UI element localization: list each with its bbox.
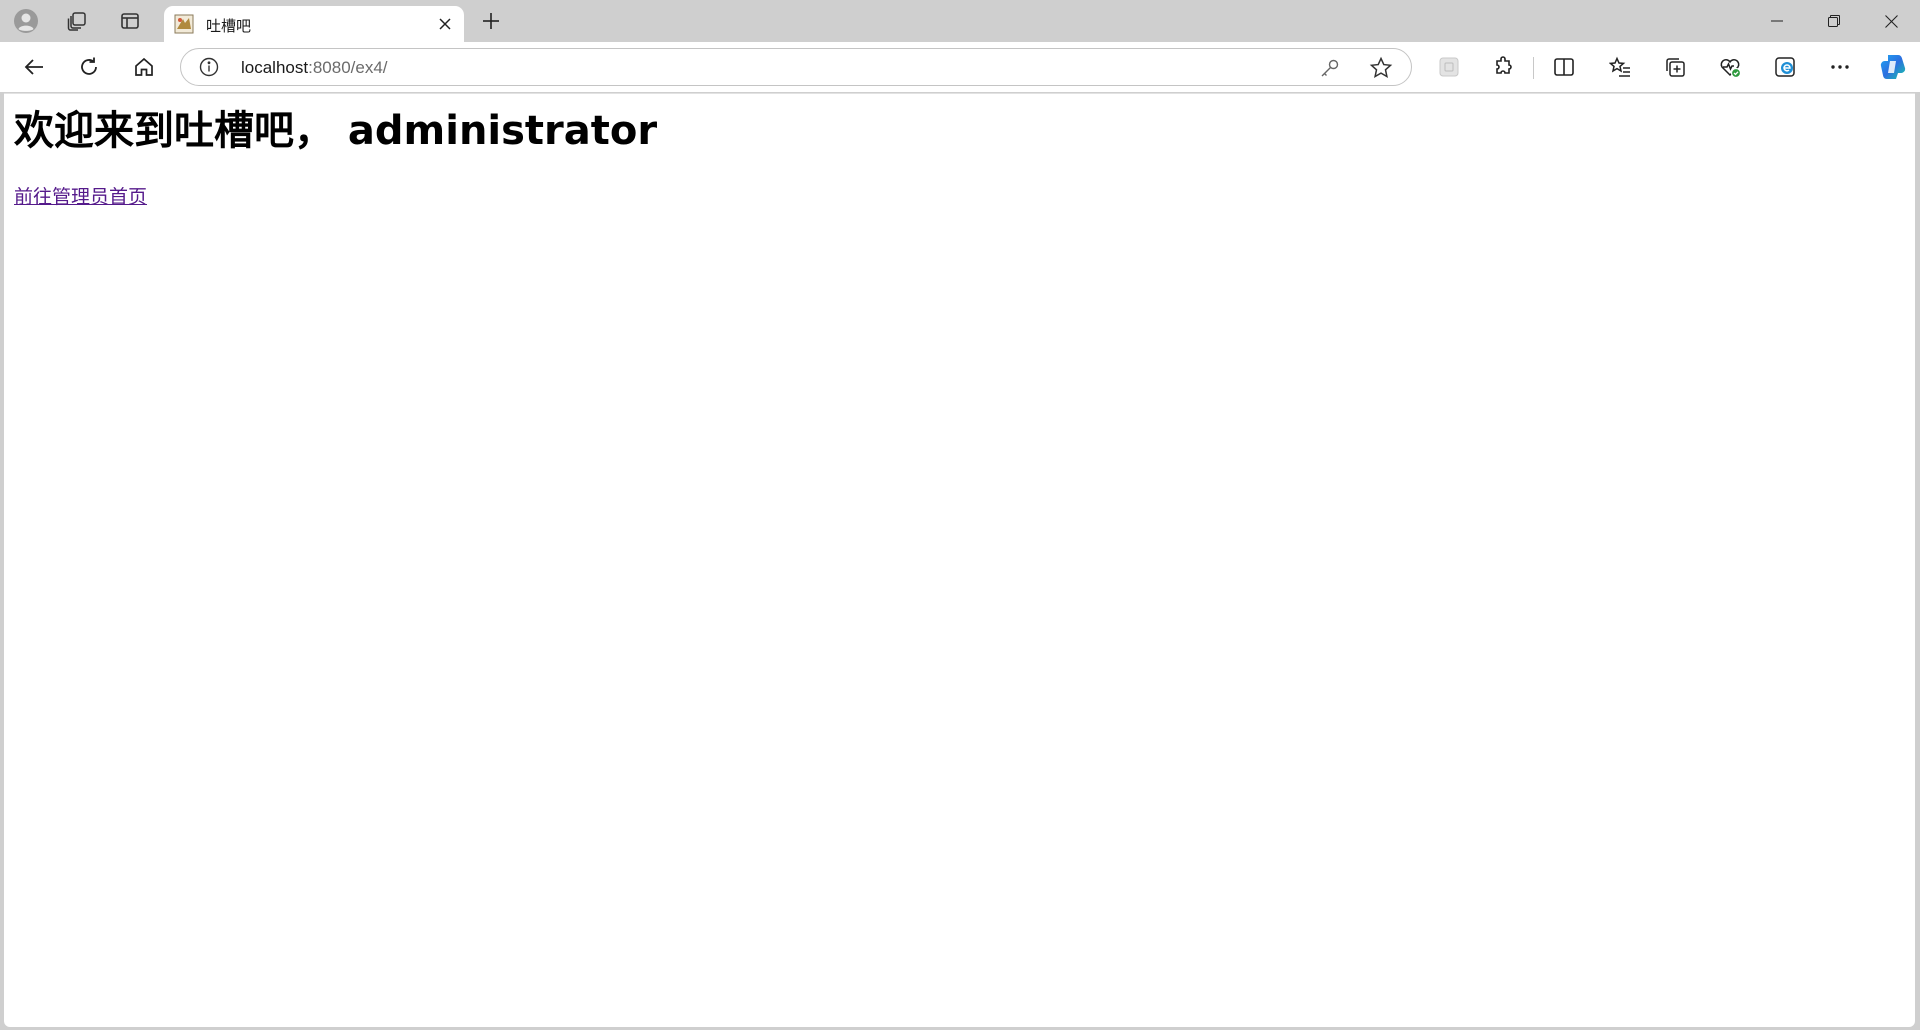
heart-pulse-icon[interactable] <box>1711 49 1749 85</box>
refresh-button[interactable] <box>70 49 108 85</box>
star-icon[interactable] <box>1369 56 1393 80</box>
immersive-reader-icon[interactable] <box>1430 49 1468 85</box>
workspaces-icon[interactable] <box>59 5 95 37</box>
page-viewport: 欢迎来到吐槽吧， administrator 前往管理员首页 <box>4 93 1915 1027</box>
url-host: localhost <box>241 58 309 77</box>
close-window-button[interactable] <box>1863 0 1919 42</box>
restore-button[interactable] <box>1806 0 1862 42</box>
admin-home-link[interactable]: 前往管理员首页 <box>14 182 147 209</box>
address-bar[interactable]: localhost:8080/ex4/ <box>180 48 1412 86</box>
minimize-button[interactable] <box>1749 0 1805 42</box>
copilot-icon[interactable] <box>1874 49 1912 85</box>
back-arrow-icon <box>24 59 43 75</box>
ellipsis-icon[interactable] <box>1821 49 1859 85</box>
plus-icon <box>483 13 499 29</box>
close-icon[interactable] <box>434 13 456 35</box>
url-text[interactable]: localhost:8080/ex4/ <box>241 58 388 78</box>
home-button[interactable] <box>125 49 163 85</box>
tab-active[interactable]: 吐槽吧 <box>164 6 464 42</box>
home-icon <box>135 57 153 76</box>
tab-strip: 吐槽吧 <box>0 0 1920 42</box>
page-heading: 欢迎来到吐槽吧， administrator <box>14 108 658 154</box>
browser-toolbar: localhost:8080/ex4/ <box>0 42 1920 92</box>
page-content: 欢迎来到吐槽吧， administrator 前往管理员首页 <box>14 94 657 209</box>
profile-avatar-icon[interactable] <box>8 5 44 37</box>
collections-icon[interactable] <box>1656 49 1694 85</box>
refresh-icon <box>81 57 97 75</box>
close-icon <box>1884 14 1898 28</box>
minimize-icon <box>1771 20 1783 22</box>
new-tab-button[interactable] <box>474 5 508 37</box>
edge-icon[interactable] <box>1766 49 1804 85</box>
tab-title: 吐槽吧 <box>206 18 252 35</box>
restore-icon <box>1828 15 1840 27</box>
puzzle-icon[interactable] <box>1485 49 1523 85</box>
url-path: :8080/ex4/ <box>308 58 388 77</box>
back-button[interactable] <box>15 49 53 85</box>
page-favicon <box>174 14 194 34</box>
favorites-icon[interactable] <box>1601 49 1639 85</box>
key-icon[interactable] <box>1319 57 1341 79</box>
split-screen-icon[interactable] <box>1545 49 1583 85</box>
toolbar-separator <box>1533 57 1534 79</box>
browser-window: 吐槽吧 localhost:8080/ex4/ 欢迎来到吐槽吧， adminis… <box>0 0 1920 1030</box>
info-icon[interactable] <box>199 57 219 77</box>
vertical-tabs-icon[interactable] <box>112 5 148 37</box>
